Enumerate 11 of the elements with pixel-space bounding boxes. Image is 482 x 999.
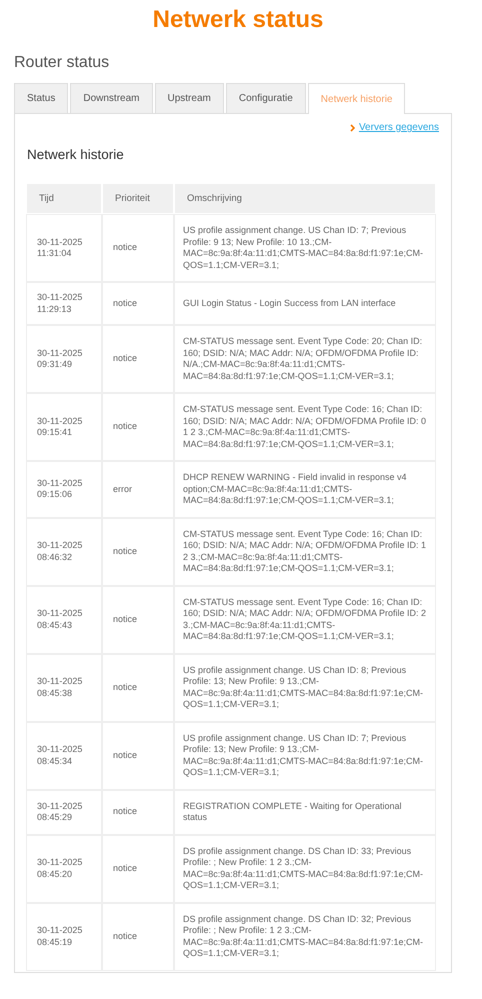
tab[interactable]: Status bbox=[14, 83, 68, 113]
panel-title: Netwerk historie bbox=[27, 147, 125, 162]
section-title: Router status bbox=[14, 53, 110, 73]
page-title: Netwerk status bbox=[152, 5, 324, 35]
chevron-right-icon bbox=[350, 124, 355, 132]
column-header: Omschrijving bbox=[175, 184, 435, 213]
tab[interactable]: Downstream bbox=[70, 83, 152, 113]
column-header: Prioriteit bbox=[103, 184, 173, 213]
column-header: Tijd bbox=[27, 184, 101, 213]
tab[interactable]: Upstream bbox=[154, 83, 224, 113]
tab[interactable]: Configuratie bbox=[226, 83, 306, 113]
